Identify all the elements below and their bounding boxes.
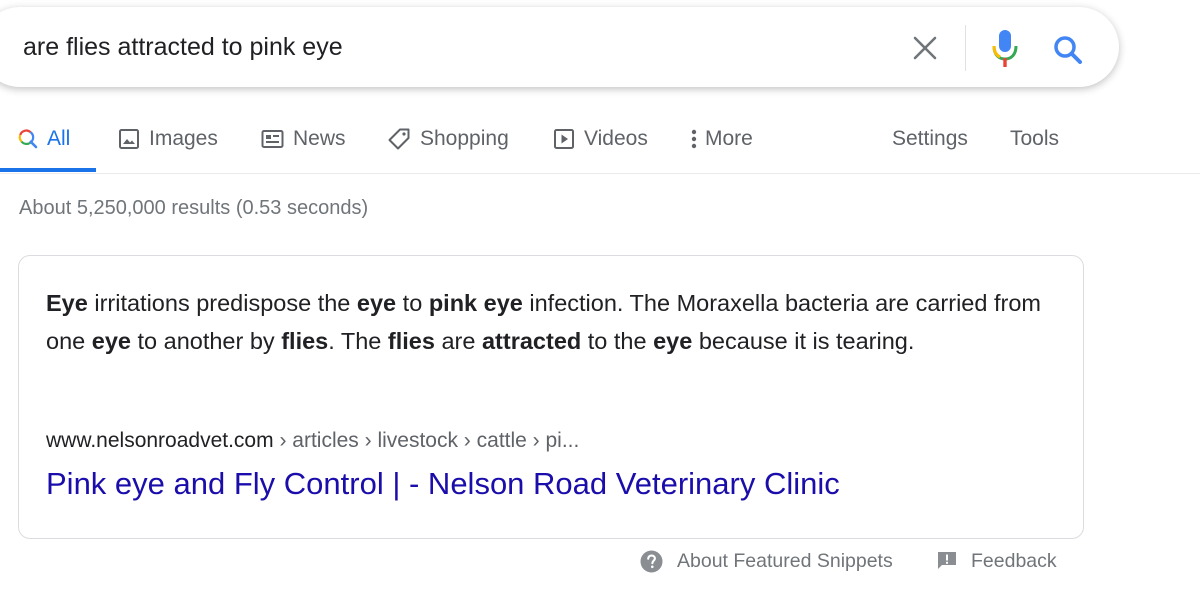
result-url-path: › articles › livestock › cattle › pi...	[273, 429, 580, 452]
snippet-text: Eye irritations predispose the eye to pi…	[46, 284, 1066, 360]
snippet-segment: to another by	[130, 328, 282, 354]
play-icon	[553, 128, 575, 150]
snippet-highlight: Eye	[46, 290, 88, 316]
snippet-segment: irritations predispose the	[87, 290, 357, 316]
search-bar: are flies attracted to pink eye	[0, 7, 1119, 87]
snippet-highlight: eye	[653, 328, 693, 354]
snippet-highlight: attracted	[481, 328, 582, 354]
microphone-icon[interactable]	[991, 29, 1019, 69]
search-divider	[965, 25, 966, 71]
tab-videos[interactable]: Videos	[553, 124, 648, 154]
clear-icon[interactable]	[910, 33, 940, 63]
news-icon	[261, 129, 284, 149]
tab-more-label: More	[705, 127, 753, 150]
search-tabs: All Images News Shopping Videos More Set…	[0, 110, 1200, 174]
tab-more[interactable]: More	[690, 124, 753, 154]
tab-all[interactable]: All	[18, 124, 70, 154]
active-tab-indicator	[0, 168, 96, 172]
help-icon	[640, 550, 663, 573]
result-title-link[interactable]: Pink eye and Fly Control | - Nelson Road…	[46, 466, 840, 502]
tab-images-label: Images	[149, 127, 218, 150]
snippet-highlight: pink eye	[428, 290, 523, 316]
snippet-segment: to	[396, 290, 429, 316]
tab-videos-label: Videos	[584, 127, 648, 150]
tab-images[interactable]: Images	[118, 124, 218, 154]
search-results-page: are flies attracted to pink eye All Imag…	[0, 0, 1200, 599]
result-url-domain: www.nelsonroadvet.com	[46, 429, 274, 452]
tab-all-label: All	[47, 127, 71, 150]
result-url[interactable]: www.nelsonroadvet.com › articles › lives…	[46, 429, 579, 453]
snippet-segment: because it is tearing.	[692, 328, 915, 354]
tab-settings-label: Settings	[892, 127, 968, 150]
feedback-icon	[937, 551, 957, 571]
snippet-highlight: flies	[387, 328, 435, 354]
tabs-divider	[0, 173, 1200, 174]
feedback-link[interactable]: Feedback	[937, 548, 1057, 574]
search-icon	[18, 129, 38, 149]
tab-shopping-label: Shopping	[420, 127, 509, 150]
result-stats: About 5,250,000 results (0.53 seconds)	[19, 197, 369, 219]
snippet-highlight: eye	[91, 328, 131, 354]
search-submit-icon[interactable]	[1052, 34, 1084, 66]
tag-icon	[387, 127, 411, 151]
image-icon	[118, 128, 140, 150]
snippet-highlight: flies	[281, 328, 329, 354]
about-featured-snippets-link[interactable]: About Featured Snippets	[640, 548, 893, 574]
tab-shopping[interactable]: Shopping	[387, 124, 509, 154]
featured-snippet-card: Eye irritations predispose the eye to pi…	[18, 255, 1084, 539]
about-featured-snippets-label: About Featured Snippets	[677, 549, 893, 572]
search-input[interactable]: are flies attracted to pink eye	[23, 7, 343, 87]
snippet-segment: are	[434, 328, 482, 354]
tab-news[interactable]: News	[261, 124, 346, 154]
snippet-highlight: eye	[356, 290, 397, 316]
tab-news-label: News	[293, 127, 346, 150]
tab-tools-label: Tools	[1010, 127, 1060, 150]
snippet-segment: . The	[328, 328, 388, 354]
snippet-segment: to the	[581, 328, 654, 354]
more-vert-icon	[690, 128, 698, 150]
tab-tools[interactable]: Tools	[1010, 124, 1059, 154]
tab-settings[interactable]: Settings	[892, 124, 968, 154]
feedback-label: Feedback	[971, 549, 1057, 572]
